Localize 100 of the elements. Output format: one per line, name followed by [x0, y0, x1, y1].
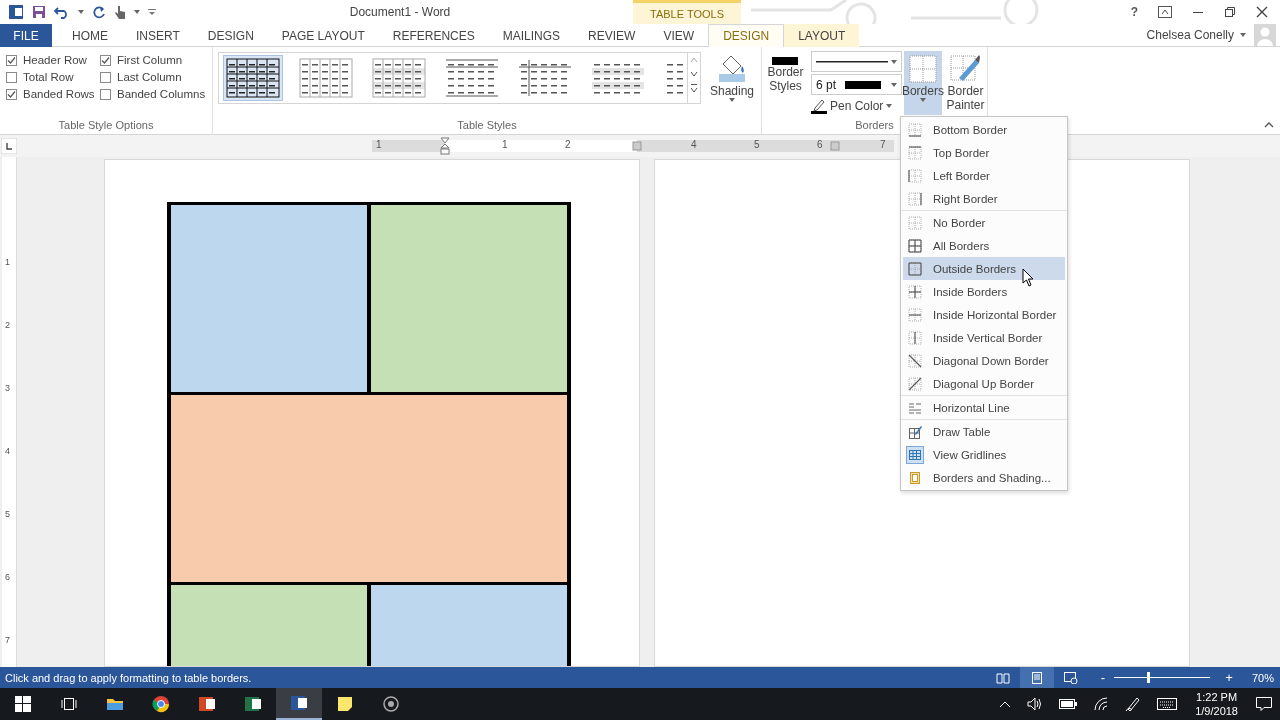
ribbon-tab[interactable]: DESIGN: [193, 24, 268, 47]
borders-button[interactable]: Borders: [903, 51, 942, 115]
ribbon-tab[interactable]: HOME: [58, 24, 122, 47]
table-cell[interactable]: [171, 205, 367, 392]
keyboard-icon[interactable]: [1157, 698, 1178, 710]
shading-button[interactable]: Shading: [707, 52, 757, 104]
checkbox[interactable]: [6, 54, 17, 66]
menu-item[interactable]: Draw Table: [903, 420, 1065, 443]
menu-item[interactable]: No Border: [903, 211, 1065, 234]
menu-item[interactable]: All Borders: [903, 234, 1065, 257]
checkbox[interactable]: [6, 88, 17, 100]
chevron-up-icon[interactable]: [999, 700, 1012, 708]
menu-item[interactable]: Inside Borders: [903, 280, 1065, 303]
dotted-grid-icon: [907, 54, 938, 84]
speaker-icon[interactable]: [1027, 697, 1044, 711]
clock-date[interactable]: 1/9/2018: [1195, 704, 1238, 718]
pencil-table-icon: [908, 424, 922, 439]
checkbox-label[interactable]: Header Row: [23, 54, 87, 66]
column-marker-icon[interactable]: [632, 141, 642, 151]
menu-item[interactable]: Left Border: [903, 164, 1065, 187]
document-app-icon[interactable]: [276, 688, 322, 720]
border-styles-button[interactable]: Border Styles: [762, 51, 809, 115]
shaded-table-style[interactable]: [369, 55, 429, 101]
table-cell[interactable]: [171, 395, 567, 582]
border-painter-button[interactable]: Border Painter: [943, 51, 987, 115]
save-icon[interactable]: [32, 5, 46, 19]
ribbon-display-icon[interactable]: [1158, 6, 1172, 18]
wifi-icon[interactable]: [1093, 697, 1110, 711]
group-label: Table Style Options: [58, 119, 154, 133]
help-button[interactable]: ?: [1130, 5, 1138, 19]
collapse-ribbon-icon[interactable]: [1264, 122, 1274, 128]
menu-item[interactable]: View Gridlines: [903, 443, 1065, 466]
outside-borders-icon: [908, 261, 922, 276]
more-styles-icon[interactable]: [688, 81, 700, 95]
pen-color-button[interactable]: Pen Color: [810, 97, 902, 115]
checkbox[interactable]: [100, 54, 111, 66]
checkbox-label[interactable]: Banded Columns: [117, 88, 206, 100]
checkbox[interactable]: [100, 71, 111, 83]
checkbox-label[interactable]: Total Row: [23, 71, 74, 83]
word-logo-icon: [8, 4, 24, 20]
touch-mode-icon[interactable]: [114, 4, 126, 20]
line-icon: [815, 60, 888, 63]
zoom-level[interactable]: 70%: [1236, 671, 1280, 684]
menu-item[interactable]: Bottom Border: [903, 118, 1065, 141]
ribbon-tab[interactable]: LAYOUT: [784, 24, 860, 47]
caret-icon: [729, 98, 735, 102]
undo-icon[interactable]: [54, 5, 70, 19]
redo-icon[interactable]: [92, 5, 106, 19]
checkbox-label[interactable]: Banded Rows: [23, 88, 95, 100]
ribbon-tab[interactable]: DESIGN: [708, 24, 785, 47]
table-cell[interactable]: [371, 205, 567, 392]
user-name[interactable]: Chelsea Conelly: [1146, 28, 1234, 42]
mouse-pointer-icon: [1022, 268, 1034, 287]
indent-marker-icon[interactable]: [440, 137, 450, 155]
caret-icon[interactable]: [78, 10, 84, 14]
caret-icon[interactable]: [1240, 33, 1246, 37]
checkbox[interactable]: [100, 88, 111, 100]
menu-item[interactable]: Borders and Shading...: [903, 466, 1065, 489]
clock-time[interactable]: 1:22 PM: [1196, 690, 1238, 704]
ribbon-tab[interactable]: REFERENCES: [378, 24, 489, 47]
checkbox-label[interactable]: First Column: [117, 54, 183, 66]
caret-icon: [890, 82, 897, 87]
menu-item[interactable]: Top Border: [903, 141, 1065, 164]
light-grid-table-style[interactable]: [296, 55, 356, 101]
notification-icon[interactable]: [1256, 697, 1272, 711]
menu-item[interactable]: Inside Vertical Border: [903, 326, 1065, 349]
restore-icon[interactable]: [1224, 6, 1236, 18]
pen-icon: [810, 98, 827, 114]
pen-icon[interactable]: [1125, 696, 1142, 712]
column-marker-icon[interactable]: [830, 141, 840, 151]
battery-icon[interactable]: [1059, 699, 1078, 709]
checkbox-label[interactable]: Last Column: [117, 71, 182, 83]
ruler-number: 5: [754, 139, 760, 150]
ribbon-tab[interactable]: PAGE LAYOUT: [267, 24, 379, 47]
line-weight-dropdown[interactable]: 6 pt: [810, 74, 902, 95]
menu-item[interactable]: Right Border: [903, 187, 1065, 210]
zoom-in-button[interactable]: +: [1222, 670, 1236, 685]
ruler-number: 7: [5, 635, 10, 645]
menu-item[interactable]: Outside Borders: [903, 257, 1065, 280]
slider-thumb[interactable]: [1146, 672, 1150, 683]
ribbon-tab[interactable]: REVIEW: [574, 24, 650, 47]
ribbon-tab[interactable]: VIEW: [649, 24, 709, 47]
menu-item[interactable]: Diagonal Up Border: [903, 372, 1065, 395]
tab-selector-icon[interactable]: [1, 138, 17, 154]
menu-item[interactable]: Inside Horizontal Border: [903, 303, 1065, 326]
ribbon-tab[interactable]: INSERT: [122, 24, 194, 47]
checkbox[interactable]: [6, 71, 17, 83]
ribbon-tab[interactable]: FILE: [0, 24, 52, 47]
menu-item[interactable]: Horizontal Line: [903, 396, 1065, 419]
ribbon-tab[interactable]: MAILINGS: [488, 24, 575, 47]
caret-icon[interactable]: [134, 10, 140, 14]
horizontal-line-icon: [908, 400, 922, 415]
customize-menu-icon[interactable]: [148, 8, 156, 16]
close-icon[interactable]: [1256, 6, 1268, 18]
line-style-dropdown[interactable]: [810, 51, 902, 72]
menu-item[interactable]: Diagonal Down Border: [903, 349, 1065, 372]
zoom-out-button[interactable]: -: [1096, 670, 1110, 685]
grid-table-style[interactable]: [223, 55, 283, 101]
group-label: Borders: [855, 119, 894, 133]
print-layout-icon[interactable]: [1020, 667, 1054, 688]
